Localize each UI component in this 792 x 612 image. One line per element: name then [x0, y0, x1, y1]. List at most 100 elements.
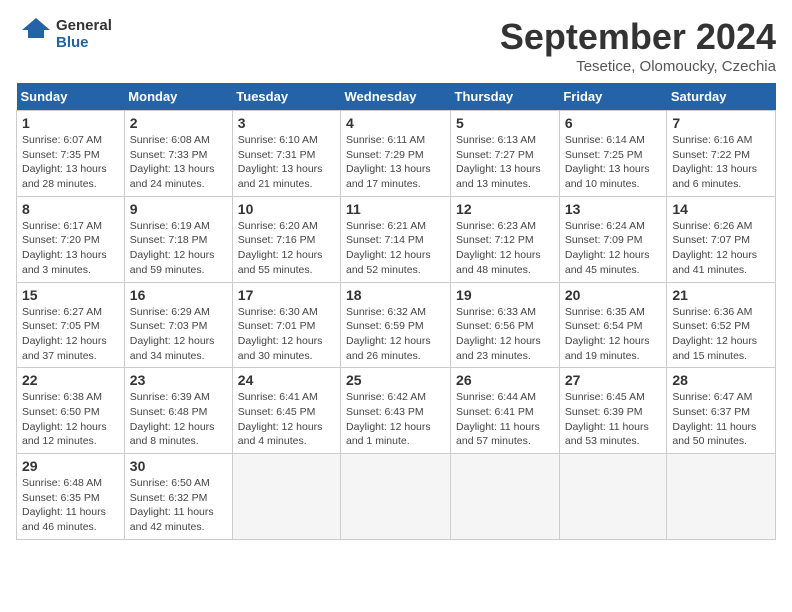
day-info: Sunrise: 6:07 AM Sunset: 7:35 PM Dayligh…: [22, 133, 119, 192]
week-row-4: 22Sunrise: 6:38 AM Sunset: 6:50 PM Dayli…: [17, 368, 776, 454]
month-title: September 2024: [500, 16, 776, 58]
day-header-monday: Monday: [124, 83, 232, 111]
subtitle: Tesetice, Olomoucky, Czechia: [500, 58, 776, 75]
day-cell: 14 Sunrise: 6:26 AM Sunset: 7:07 PM Dayli…: [667, 196, 776, 282]
day-cell: 1Sunrise: 6:07 AM Sunset: 7:35 PM Daylig…: [17, 111, 125, 197]
day-cell: 17 Sunrise: 6:30 AM Sunset: 7:01 PM Dayli…: [232, 282, 340, 368]
day-number: 21: [672, 287, 770, 303]
day-number: 10: [238, 201, 335, 217]
day-number: 24: [238, 372, 335, 388]
day-header-wednesday: Wednesday: [341, 83, 451, 111]
day-number: 13: [565, 201, 662, 217]
day-header-tuesday: Tuesday: [232, 83, 340, 111]
day-number: 15: [22, 287, 119, 303]
day-cell: 22Sunrise: 6:38 AM Sunset: 6:50 PM Dayli…: [17, 368, 125, 454]
day-info: Sunrise: 6:39 AM Sunset: 6:48 PM Dayligh…: [130, 390, 227, 449]
day-cell: 20 Sunrise: 6:35 AM Sunset: 6:54 PM Dayli…: [559, 282, 667, 368]
day-cell: 27Sunrise: 6:45 AM Sunset: 6:39 PM Dayli…: [559, 368, 667, 454]
day-cell: [667, 454, 776, 540]
day-number: 4: [346, 115, 445, 131]
day-number: 23: [130, 372, 227, 388]
day-info: Sunrise: 6:26 AM Sunset: 7:07 PM Dayligh…: [672, 219, 770, 278]
day-info: Sunrise: 6:23 AM Sunset: 7:12 PM Dayligh…: [456, 219, 554, 278]
day-cell: 10 Sunrise: 6:20 AM Sunset: 7:16 PM Dayli…: [232, 196, 340, 282]
day-header-saturday: Saturday: [667, 83, 776, 111]
day-cell: [232, 454, 340, 540]
day-header-friday: Friday: [559, 83, 667, 111]
day-cell: [341, 454, 451, 540]
day-info: Sunrise: 6:16 AM Sunset: 7:22 PM Dayligh…: [672, 133, 770, 192]
day-cell: 28Sunrise: 6:47 AM Sunset: 6:37 PM Dayli…: [667, 368, 776, 454]
day-info: Sunrise: 6:38 AM Sunset: 6:50 PM Dayligh…: [22, 390, 119, 449]
day-info: Sunrise: 6:41 AM Sunset: 6:45 PM Dayligh…: [238, 390, 335, 449]
day-number: 19: [456, 287, 554, 303]
logo: General Blue: [16, 16, 112, 52]
day-info: Sunrise: 6:44 AM Sunset: 6:41 PM Dayligh…: [456, 390, 554, 449]
day-cell: 9Sunrise: 6:19 AM Sunset: 7:18 PM Daylig…: [124, 196, 232, 282]
day-cell: 3Sunrise: 6:10 AM Sunset: 7:31 PM Daylig…: [232, 111, 340, 197]
day-cell: 12 Sunrise: 6:23 AM Sunset: 7:12 PM Dayli…: [451, 196, 560, 282]
day-info: Sunrise: 6:30 AM Sunset: 7:01 PM Dayligh…: [238, 305, 335, 364]
day-number: 17: [238, 287, 335, 303]
day-info: Sunrise: 6:48 AM Sunset: 6:35 PM Dayligh…: [22, 476, 119, 535]
day-number: 18: [346, 287, 445, 303]
day-cell: 13 Sunrise: 6:24 AM Sunset: 7:09 PM Dayli…: [559, 196, 667, 282]
day-number: 20: [565, 287, 662, 303]
day-info: Sunrise: 6:29 AM Sunset: 7:03 PM Dayligh…: [130, 305, 227, 364]
day-cell: 25Sunrise: 6:42 AM Sunset: 6:43 PM Dayli…: [341, 368, 451, 454]
day-cell: [451, 454, 560, 540]
day-info: Sunrise: 6:20 AM Sunset: 7:16 PM Dayligh…: [238, 219, 335, 278]
day-info: Sunrise: 6:36 AM Sunset: 6:52 PM Dayligh…: [672, 305, 770, 364]
day-number: 25: [346, 372, 445, 388]
day-cell: 11 Sunrise: 6:21 AM Sunset: 7:14 PM Dayli…: [341, 196, 451, 282]
day-info: Sunrise: 6:11 AM Sunset: 7:29 PM Dayligh…: [346, 133, 445, 192]
day-cell: 7Sunrise: 6:16 AM Sunset: 7:22 PM Daylig…: [667, 111, 776, 197]
day-header-sunday: Sunday: [17, 83, 125, 111]
title-area: September 2024 Tesetice, Olomoucky, Czec…: [500, 16, 776, 75]
day-cell: 8Sunrise: 6:17 AM Sunset: 7:20 PM Daylig…: [17, 196, 125, 282]
day-info: Sunrise: 6:33 AM Sunset: 6:56 PM Dayligh…: [456, 305, 554, 364]
day-info: Sunrise: 6:50 AM Sunset: 6:32 PM Dayligh…: [130, 476, 227, 535]
day-info: Sunrise: 6:27 AM Sunset: 7:05 PM Dayligh…: [22, 305, 119, 364]
day-cell: 5Sunrise: 6:13 AM Sunset: 7:27 PM Daylig…: [451, 111, 560, 197]
day-cell: 16Sunrise: 6:29 AM Sunset: 7:03 PM Dayli…: [124, 282, 232, 368]
day-cell: 4 Sunrise: 6:11 AM Sunset: 7:29 PM Daylig…: [341, 111, 451, 197]
logo-blue: Blue: [56, 34, 89, 51]
day-number: 6: [565, 115, 662, 131]
day-cell: 2 Sunrise: 6:08 AM Sunset: 7:33 PM Daylig…: [124, 111, 232, 197]
day-cell: 29 Sunrise: 6:48 AM Sunset: 6:35 PM Dayli…: [17, 454, 125, 540]
day-number: 29: [22, 458, 119, 474]
day-header-thursday: Thursday: [451, 83, 560, 111]
calendar-body: 1Sunrise: 6:07 AM Sunset: 7:35 PM Daylig…: [17, 111, 776, 540]
day-info: Sunrise: 6:32 AM Sunset: 6:59 PM Dayligh…: [346, 305, 445, 364]
day-info: Sunrise: 6:13 AM Sunset: 7:27 PM Dayligh…: [456, 133, 554, 192]
day-cell: 21 Sunrise: 6:36 AM Sunset: 6:52 PM Dayli…: [667, 282, 776, 368]
day-info: Sunrise: 6:14 AM Sunset: 7:25 PM Dayligh…: [565, 133, 662, 192]
day-cell: 18 Sunrise: 6:32 AM Sunset: 6:59 PM Dayli…: [341, 282, 451, 368]
day-cell: 15 Sunrise: 6:27 AM Sunset: 7:05 PM Dayli…: [17, 282, 125, 368]
day-number: 8: [22, 201, 119, 217]
logo-general: General: [56, 17, 112, 34]
week-row-1: 1Sunrise: 6:07 AM Sunset: 7:35 PM Daylig…: [17, 111, 776, 197]
calendar-table: SundayMondayTuesdayWednesdayThursdayFrid…: [16, 83, 776, 540]
day-number: 2: [130, 115, 227, 131]
day-info: Sunrise: 6:08 AM Sunset: 7:33 PM Dayligh…: [130, 133, 227, 192]
day-number: 12: [456, 201, 554, 217]
day-info: Sunrise: 6:24 AM Sunset: 7:09 PM Dayligh…: [565, 219, 662, 278]
day-info: Sunrise: 6:10 AM Sunset: 7:31 PM Dayligh…: [238, 133, 335, 192]
calendar-header: SundayMondayTuesdayWednesdayThursdayFrid…: [17, 83, 776, 111]
day-cell: [559, 454, 667, 540]
day-cell: 6 Sunrise: 6:14 AM Sunset: 7:25 PM Daylig…: [559, 111, 667, 197]
day-number: 9: [130, 201, 227, 217]
day-info: Sunrise: 6:47 AM Sunset: 6:37 PM Dayligh…: [672, 390, 770, 449]
day-number: 14: [672, 201, 770, 217]
day-number: 11: [346, 201, 445, 217]
day-info: Sunrise: 6:35 AM Sunset: 6:54 PM Dayligh…: [565, 305, 662, 364]
day-number: 26: [456, 372, 554, 388]
day-cell: 19 Sunrise: 6:33 AM Sunset: 6:56 PM Dayli…: [451, 282, 560, 368]
day-number: 27: [565, 372, 662, 388]
logo-svg: [16, 16, 52, 52]
week-row-3: 15 Sunrise: 6:27 AM Sunset: 7:05 PM Dayli…: [17, 282, 776, 368]
day-info: Sunrise: 6:21 AM Sunset: 7:14 PM Dayligh…: [346, 219, 445, 278]
day-number: 30: [130, 458, 227, 474]
